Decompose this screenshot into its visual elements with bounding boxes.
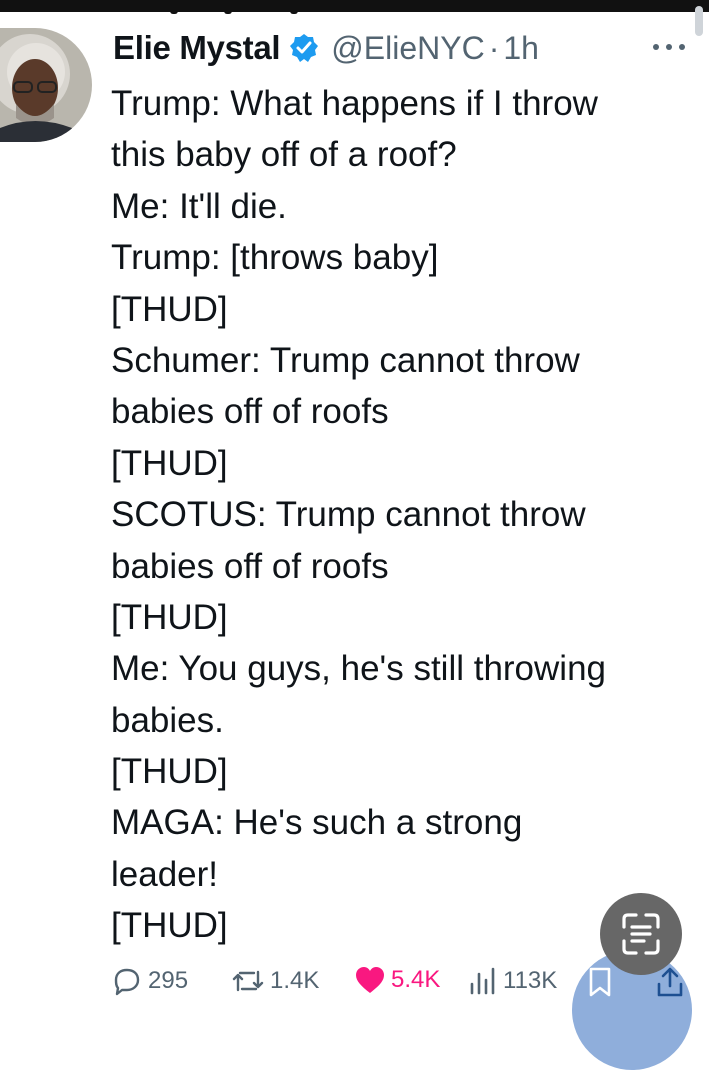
tweet-line: [THUD] xyxy=(111,289,228,329)
scrollbar[interactable] xyxy=(695,6,703,36)
repost-icon xyxy=(232,970,264,992)
tweet-line: Trump: What happens if I throw xyxy=(111,84,598,123)
tweet-header: Elie Mystal @ElieNYC · 1h xyxy=(113,28,539,68)
views-icon xyxy=(470,967,495,995)
repost-button[interactable]: 1.4K xyxy=(232,966,319,996)
scan-text-button[interactable] xyxy=(600,893,682,975)
tweet-line: this baby off of a roof? xyxy=(111,135,457,175)
author-handle[interactable]: @ElieNYC xyxy=(331,30,484,67)
tweet-line: Schumer: Trump cannot throw xyxy=(111,340,580,380)
verified-badge-icon xyxy=(289,33,319,63)
repost-count: 1.4K xyxy=(270,967,320,994)
scan-text-icon xyxy=(622,913,660,955)
heart-icon xyxy=(356,967,384,993)
tweet-line: [THUD] xyxy=(111,597,228,637)
tweet-line: SCOTUS: Trump cannot throw xyxy=(111,495,586,535)
like-count: 5.4K xyxy=(391,966,441,993)
tweet-line: [THUD] xyxy=(111,443,228,483)
author-name[interactable]: Elie Mystal xyxy=(113,29,281,67)
status-bar-mark xyxy=(290,8,298,14)
separator-dot: · xyxy=(488,29,500,66)
status-bar-mark xyxy=(224,8,232,14)
tweet-time[interactable]: 1h xyxy=(503,30,539,67)
more-icon[interactable] xyxy=(651,34,691,58)
like-button[interactable]: 5.4K xyxy=(355,966,440,994)
tweet-line: Me: You guys, he's still throwing xyxy=(111,649,607,689)
views-button[interactable]: 113K xyxy=(467,966,557,996)
tweet-line: babies off of roofs xyxy=(111,546,389,586)
reply-icon xyxy=(114,968,140,996)
tweet-line: babies. xyxy=(111,700,224,740)
status-bar-mark xyxy=(170,8,178,14)
reply-count: 295 xyxy=(148,967,189,994)
reply-button[interactable]: 295 xyxy=(112,966,188,996)
tweet-line: [THUD] xyxy=(111,752,228,792)
tweet-body: Trump: What happens if I throw this baby… xyxy=(111,78,701,952)
tweet-line: Me: It'll die. xyxy=(111,186,287,226)
tweet-line: MAGA: He's such a strong xyxy=(111,803,523,843)
avatar[interactable] xyxy=(0,28,92,142)
tweet-line: babies off of roofs xyxy=(111,392,389,432)
views-count: 113K xyxy=(503,967,558,994)
status-bar xyxy=(0,0,709,14)
tweet-line: Trump: [throws baby] xyxy=(111,238,439,278)
